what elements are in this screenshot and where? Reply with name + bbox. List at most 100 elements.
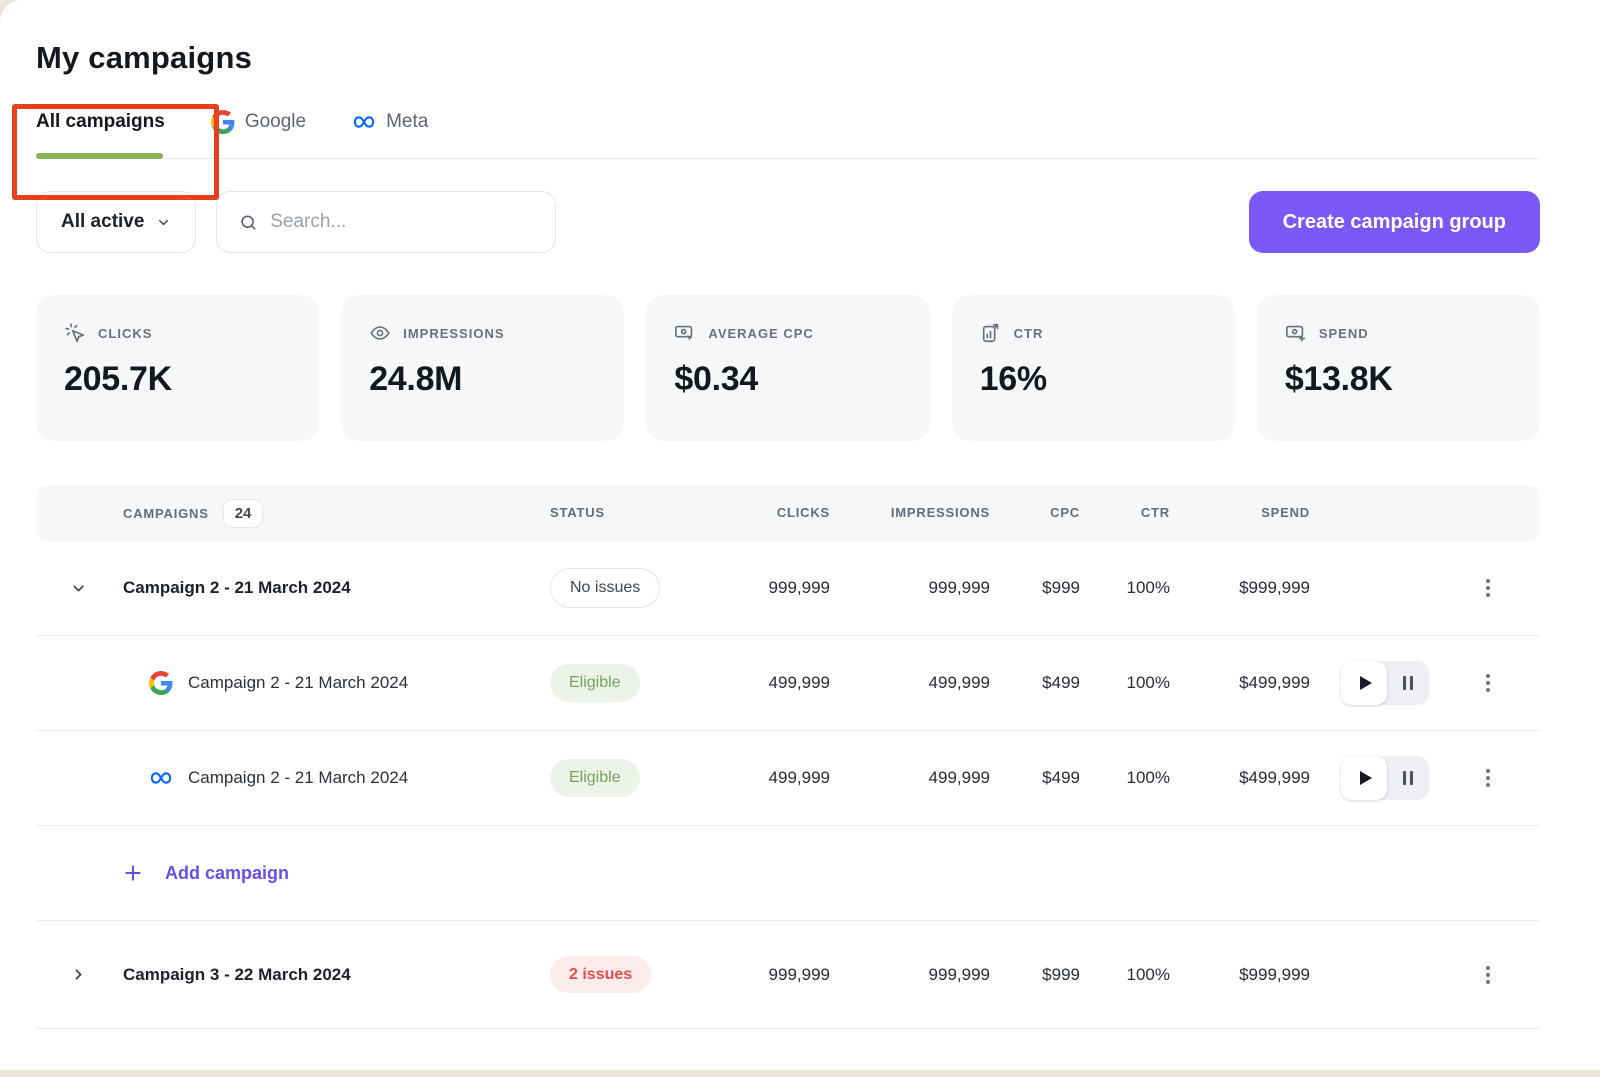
spend-value: $499,999 bbox=[1239, 768, 1310, 787]
stat-value-clicks: 205.7K bbox=[64, 360, 291, 399]
column-header-campaigns: CAMPAIGNS bbox=[123, 506, 209, 521]
spend-value: $999,999 bbox=[1239, 578, 1310, 597]
tab-meta-label: Meta bbox=[386, 111, 428, 133]
stat-label: SPEND bbox=[1319, 326, 1369, 341]
pause-button[interactable] bbox=[1387, 676, 1429, 690]
pause-icon bbox=[1403, 771, 1406, 785]
status-badge: 2 issues bbox=[550, 956, 651, 993]
campaigns-table: CAMPAIGNS 24 STATUS CLICKS IMPRESSIONS C… bbox=[36, 485, 1540, 1029]
status-badge: Eligible bbox=[550, 664, 640, 701]
chevron-right-icon[interactable] bbox=[70, 966, 87, 983]
cursor-click-icon bbox=[64, 322, 86, 344]
stat-value-average-cpc: $0.34 bbox=[674, 360, 901, 399]
google-logo-icon bbox=[149, 671, 173, 695]
status-badge: Eligible bbox=[550, 759, 640, 796]
play-icon bbox=[1360, 676, 1372, 690]
tab-all-campaigns[interactable]: All campaigns bbox=[36, 110, 165, 158]
clicks-value: 999,999 bbox=[769, 965, 830, 984]
pause-icon bbox=[1410, 771, 1413, 785]
impressions-value: 999,999 bbox=[929, 965, 990, 984]
table-row-google-campaign[interactable]: Campaign 2 - 21 March 2024 Eligible 499,… bbox=[36, 636, 1540, 731]
add-campaign-row: Add campaign bbox=[36, 826, 1540, 921]
status-filter-value: All active bbox=[61, 211, 144, 233]
add-campaign-button[interactable]: Add campaign bbox=[123, 863, 289, 884]
campaign-name: Campaign 2 - 21 March 2024 bbox=[188, 673, 408, 693]
platform-tabs: All campaigns Google Meta bbox=[36, 110, 1540, 159]
ctr-value: 100% bbox=[1127, 965, 1170, 984]
search-box[interactable] bbox=[216, 191, 556, 253]
cpc-value: $499 bbox=[1042, 673, 1080, 692]
stat-card-ctr: CTR 16% bbox=[952, 295, 1235, 441]
column-header-ctr: CTR bbox=[1141, 505, 1170, 520]
stat-label: CLICKS bbox=[98, 326, 152, 341]
cpc-value: $499 bbox=[1042, 768, 1080, 787]
play-button[interactable] bbox=[1341, 661, 1387, 705]
pause-icon bbox=[1410, 676, 1413, 690]
kebab-menu-icon[interactable] bbox=[1480, 763, 1496, 793]
kebab-menu-icon[interactable] bbox=[1480, 960, 1496, 990]
table-header-row: CAMPAIGNS 24 STATUS CLICKS IMPRESSIONS C… bbox=[36, 485, 1540, 541]
stat-label: IMPRESSIONS bbox=[403, 326, 504, 341]
clicks-value: 499,999 bbox=[769, 768, 830, 787]
kebab-menu-icon[interactable] bbox=[1480, 668, 1496, 698]
toolbar: All active Create campaign group bbox=[36, 191, 1540, 253]
tab-meta[interactable]: Meta bbox=[352, 110, 428, 158]
chevron-down-icon[interactable] bbox=[70, 580, 87, 597]
cpc-value: $999 bbox=[1042, 578, 1080, 597]
page-title: My campaigns bbox=[36, 40, 1540, 76]
stat-card-clicks: CLICKS 205.7K bbox=[36, 295, 319, 441]
create-campaign-group-button[interactable]: Create campaign group bbox=[1249, 191, 1540, 253]
add-campaign-label: Add campaign bbox=[165, 863, 289, 884]
active-tab-underline bbox=[36, 153, 163, 159]
tab-google-label: Google bbox=[245, 111, 306, 133]
table-row-campaign-group[interactable]: Campaign 2 - 21 March 2024 No issues 999… bbox=[36, 541, 1540, 636]
search-icon bbox=[239, 212, 258, 233]
column-header-status: STATUS bbox=[550, 505, 605, 520]
column-header-impressions: IMPRESSIONS bbox=[891, 505, 990, 520]
stat-value-impressions: 24.8M bbox=[369, 360, 596, 399]
stat-label: AVERAGE CPC bbox=[708, 326, 813, 341]
campaign-name: Campaign 2 - 21 March 2024 bbox=[188, 768, 408, 788]
ctr-value: 100% bbox=[1127, 578, 1170, 597]
meta-logo-icon bbox=[149, 766, 173, 790]
campaign-group-name: Campaign 3 - 22 March 2024 bbox=[123, 965, 351, 985]
stat-value-ctr: 16% bbox=[980, 360, 1207, 399]
impressions-value: 499,999 bbox=[929, 673, 990, 692]
spend-value: $499,999 bbox=[1239, 673, 1310, 692]
plus-icon bbox=[123, 863, 143, 883]
spend-value: $999,999 bbox=[1239, 965, 1310, 984]
stat-label: CTR bbox=[1014, 326, 1044, 341]
play-pause-toggle bbox=[1341, 756, 1429, 800]
play-pause-toggle bbox=[1341, 661, 1429, 705]
stat-card-average-cpc: AVERAGE CPC $0.34 bbox=[646, 295, 929, 441]
bar-chart-icon bbox=[980, 322, 1002, 344]
campaign-group-name: Campaign 2 - 21 March 2024 bbox=[123, 578, 351, 598]
impressions-value: 499,999 bbox=[929, 768, 990, 787]
google-logo-icon bbox=[211, 110, 235, 134]
money-plus-icon bbox=[1285, 322, 1307, 344]
money-cursor-icon bbox=[674, 322, 696, 344]
play-button[interactable] bbox=[1341, 756, 1387, 800]
play-icon bbox=[1360, 771, 1372, 785]
campaigns-page: My campaigns All campaigns Google Meta A… bbox=[0, 0, 1600, 1070]
table-row-campaign-group[interactable]: Campaign 3 - 22 March 2024 2 issues 999,… bbox=[36, 921, 1540, 1029]
pause-button[interactable] bbox=[1387, 771, 1429, 785]
ctr-value: 100% bbox=[1127, 768, 1170, 787]
stat-card-spend: SPEND $13.8K bbox=[1257, 295, 1540, 441]
column-header-spend: SPEND bbox=[1261, 505, 1310, 520]
table-row-meta-campaign[interactable]: Campaign 2 - 21 March 2024 Eligible 499,… bbox=[36, 731, 1540, 826]
cpc-value: $999 bbox=[1042, 965, 1080, 984]
kebab-menu-icon[interactable] bbox=[1480, 573, 1496, 603]
column-header-clicks: CLICKS bbox=[777, 505, 830, 520]
status-badge: No issues bbox=[550, 568, 660, 607]
eye-icon bbox=[369, 322, 391, 344]
search-input[interactable] bbox=[270, 211, 533, 233]
stat-value-spend: $13.8K bbox=[1285, 360, 1512, 399]
meta-logo-icon bbox=[352, 110, 376, 134]
status-filter-dropdown[interactable]: All active bbox=[36, 191, 196, 253]
clicks-value: 499,999 bbox=[769, 673, 830, 692]
clicks-value: 999,999 bbox=[769, 578, 830, 597]
impressions-value: 999,999 bbox=[929, 578, 990, 597]
pause-icon bbox=[1403, 676, 1406, 690]
tab-google[interactable]: Google bbox=[211, 110, 306, 158]
